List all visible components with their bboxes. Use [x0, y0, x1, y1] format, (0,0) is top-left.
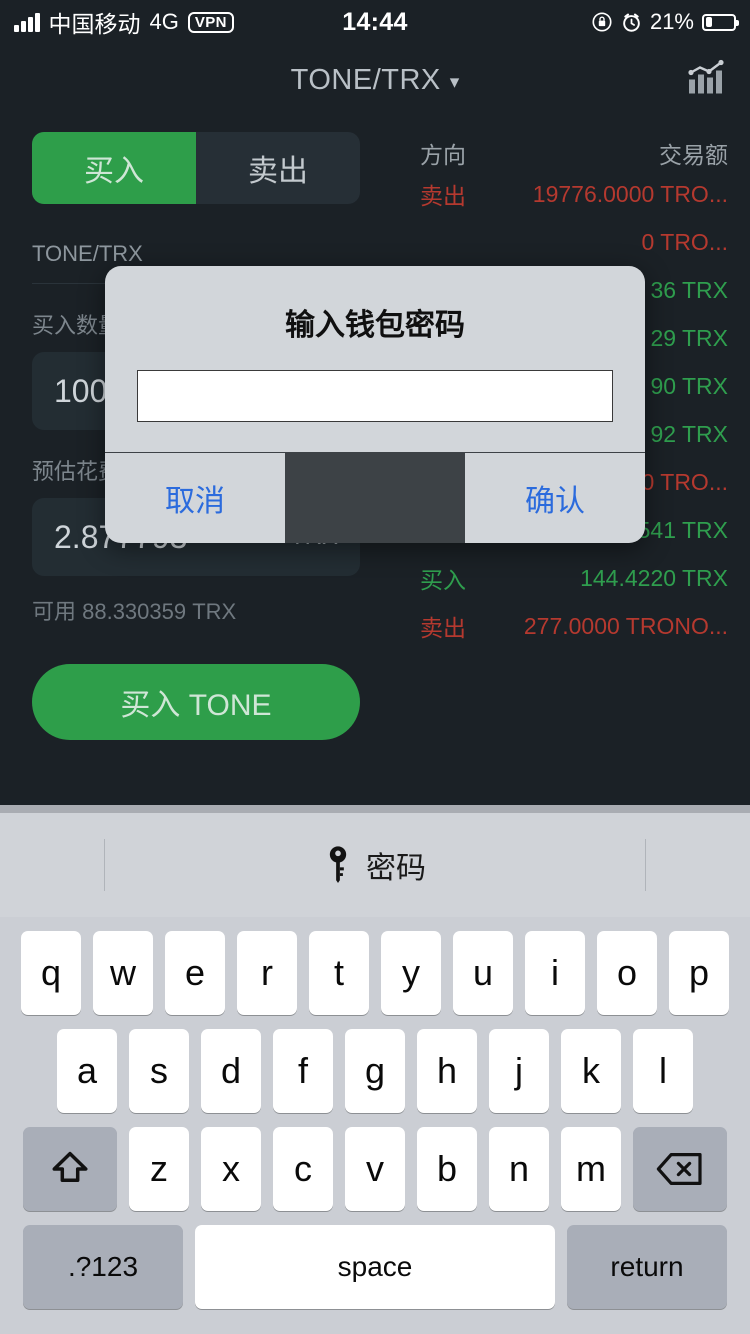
rotation-lock-icon: [592, 12, 612, 32]
nav-bar: TONE/TRX ▾: [0, 44, 750, 116]
column-header-amount: 交易额: [659, 142, 728, 168]
key-l[interactable]: l: [633, 1029, 693, 1113]
alarm-clock-icon: [623, 13, 640, 32]
keyboard-row-4: .?123 space return: [0, 1225, 750, 1309]
key-f[interactable]: f: [273, 1029, 333, 1113]
key-v[interactable]: v: [345, 1127, 405, 1211]
key-icon: [329, 846, 347, 883]
key-i[interactable]: i: [525, 931, 585, 1015]
vpn-badge: VPN: [187, 11, 234, 33]
table-row: 买入 144.4220 TRX: [392, 554, 728, 602]
table-row: 卖出 277.0000 TRONO...: [392, 602, 728, 650]
bar-chart-icon[interactable]: [686, 59, 726, 101]
key-j[interactable]: j: [489, 1029, 549, 1113]
order-amount: 277.0000 TRONO...: [523, 612, 728, 639]
key-u[interactable]: u: [453, 931, 513, 1015]
order-amount: 92 TRX: [650, 420, 728, 447]
key-x[interactable]: x: [201, 1127, 261, 1211]
order-amount: 0 TRO...: [641, 468, 729, 495]
cancel-button[interactable]: 取消: [105, 453, 285, 543]
password-dialog: 输入钱包密码 取消 确认: [105, 266, 645, 543]
toolbar-divider-right: [645, 839, 646, 891]
battery-icon: [702, 13, 739, 31]
submit-buy-button[interactable]: 买入 TONE: [32, 664, 360, 740]
key-m[interactable]: m: [561, 1127, 621, 1211]
battery-percent-label: 21%: [649, 9, 694, 34]
pair-label: TONE/TRX: [32, 241, 143, 266]
key-w[interactable]: w: [93, 931, 153, 1015]
key-s[interactable]: s: [129, 1029, 189, 1113]
space-key[interactable]: space: [195, 1225, 555, 1309]
keyboard-toolbar: 密码: [0, 813, 750, 917]
order-amount: 144.4220 TRX: [580, 564, 728, 591]
buy-sell-toggle: 买入 卖出: [32, 132, 360, 204]
order-amount: 29 TRX: [650, 324, 728, 351]
dialog-actions: 取消 确认: [105, 453, 645, 543]
available-balance-label: 可用 88.330359 TRX: [32, 599, 237, 624]
toolbar-divider-left: [104, 839, 105, 891]
numeric-switch-key[interactable]: .?123: [23, 1225, 183, 1309]
key-h[interactable]: h: [417, 1029, 477, 1113]
backspace-key[interactable]: [633, 1127, 727, 1211]
order-amount: 90 TRX: [650, 372, 728, 399]
password-input[interactable]: [137, 370, 613, 422]
table-row: 卖出 19776.0000 TRO...: [392, 170, 728, 218]
status-bar-left: 中国移动 4G VPN: [14, 5, 234, 39]
key-r[interactable]: r: [237, 931, 297, 1015]
keyboard-top-border: [0, 805, 750, 813]
key-q[interactable]: q: [21, 931, 81, 1015]
signal-bars-icon: [14, 12, 40, 32]
return-key[interactable]: return: [567, 1225, 727, 1309]
order-direction: 卖出: [420, 183, 466, 209]
keyboard-mode-label: 密码: [366, 852, 426, 885]
key-p[interactable]: p: [669, 931, 729, 1015]
tab-buy[interactable]: 买入: [32, 132, 196, 204]
status-bar-right: 21%: [591, 9, 739, 35]
dialog-input-wrap: [105, 344, 645, 452]
key-d[interactable]: d: [201, 1029, 261, 1113]
key-b[interactable]: b: [417, 1127, 477, 1211]
page-title[interactable]: TONE/TRX: [291, 64, 441, 97]
column-header-direction: 方向: [420, 142, 466, 168]
keyboard-row-3: zxcvbnm: [0, 1127, 750, 1211]
keyboard-row-2: asdfghjkl: [0, 1029, 750, 1113]
order-list-header: 方向 交易额: [392, 136, 728, 170]
order-direction: 买入: [420, 567, 466, 593]
key-a[interactable]: a: [57, 1029, 117, 1113]
order-direction: 卖出: [420, 615, 466, 641]
key-z[interactable]: z: [129, 1127, 189, 1211]
shift-key[interactable]: [23, 1127, 117, 1211]
confirm-button[interactable]: 确认: [465, 453, 645, 543]
virtual-keyboard: 密码 qwertyuiop asdfghjkl zxcvbnm .?123 sp…: [0, 805, 750, 1334]
order-amount: 19776.0000 TRO...: [532, 180, 728, 207]
order-amount: 0 TRO...: [641, 228, 729, 255]
backspace-icon: [656, 1153, 702, 1185]
order-amount: 36 TRX: [650, 276, 728, 303]
keyboard-row-1: qwertyuiop: [0, 931, 750, 1015]
network-type-label: 4G: [149, 9, 179, 34]
tab-sell[interactable]: 卖出: [196, 132, 360, 204]
key-g[interactable]: g: [345, 1029, 405, 1113]
key-y[interactable]: y: [381, 931, 441, 1015]
key-o[interactable]: o: [597, 931, 657, 1015]
key-t[interactable]: t: [309, 931, 369, 1015]
keyboard-letters-row-3: zxcvbnm: [129, 1127, 621, 1211]
dialog-title: 输入钱包密码: [285, 309, 465, 342]
carrier-label: 中国移动: [48, 11, 141, 37]
dialog-action-divider: [285, 453, 465, 543]
shift-arrow-icon: [52, 1151, 88, 1182]
key-k[interactable]: k: [561, 1029, 621, 1113]
chevron-down-icon[interactable]: ▾: [450, 71, 460, 94]
key-n[interactable]: n: [489, 1127, 549, 1211]
table-row: 0 TRO...: [392, 218, 729, 266]
amount-value: 100: [54, 372, 108, 409]
key-c[interactable]: c: [273, 1127, 333, 1211]
key-e[interactable]: e: [165, 931, 225, 1015]
status-bar: 中国移动 4G VPN 14:44 21%: [0, 0, 750, 44]
app-screen: 中国移动 4G VPN 14:44 21% TONE/TRX ▾ 买入 卖出 T…: [0, 0, 750, 1334]
